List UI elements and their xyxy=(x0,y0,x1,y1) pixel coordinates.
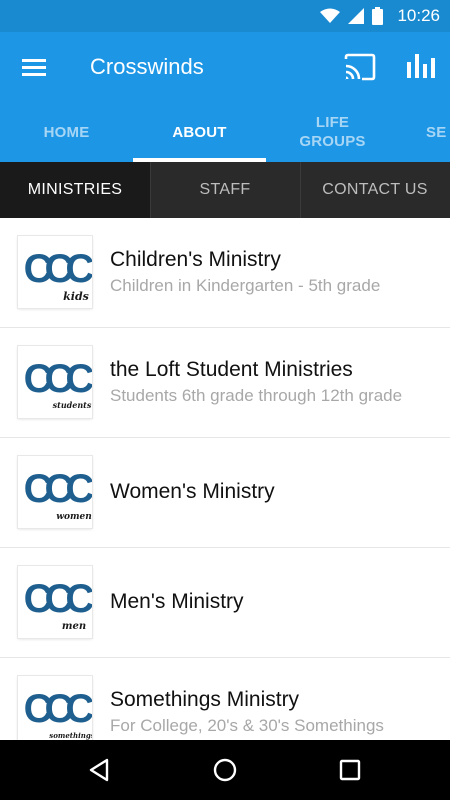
list-item[interactable]: CCC students the Loft Student Ministries… xyxy=(0,328,450,438)
logo-tag: women xyxy=(56,512,92,522)
subtab-ministries-label: MINISTRIES xyxy=(27,181,123,198)
recents-icon xyxy=(339,759,361,781)
ministry-title: Women's Ministry xyxy=(110,480,275,503)
stats-button[interactable] xyxy=(402,50,438,84)
logo-tag: students xyxy=(53,400,92,410)
app-bar: Crosswinds xyxy=(0,32,450,102)
subtab-staff[interactable]: STAFF xyxy=(150,162,300,218)
navigation-bar xyxy=(0,740,450,800)
status-time: 10:26 xyxy=(397,6,440,25)
list-item[interactable]: CCC somethings Somethings Ministry For C… xyxy=(0,658,450,740)
tab-bar: HOME ABOUT LIFE GROUPS SE xyxy=(0,102,450,162)
logo-tag: men xyxy=(62,621,86,632)
back-icon xyxy=(89,758,109,782)
logo-text: CCC xyxy=(24,357,92,401)
tab-home-label: HOME xyxy=(43,123,90,141)
tab-life-groups-label: LIFE GROUPS xyxy=(299,114,366,150)
subtab-contact-us[interactable]: CONTACT US xyxy=(300,162,450,218)
tab-about-label: ABOUT xyxy=(172,123,227,141)
home-icon xyxy=(213,758,237,782)
home-button[interactable] xyxy=(208,754,242,786)
ministry-title: Children's Ministry xyxy=(110,248,281,271)
tab-partial[interactable]: SE xyxy=(399,102,450,162)
signal-icon xyxy=(348,8,365,24)
logo-text: CCC xyxy=(24,467,92,511)
ministry-logo: CCC somethings xyxy=(18,676,92,740)
ministry-logo: CCC women xyxy=(18,456,92,528)
tab-home[interactable]: HOME xyxy=(0,102,133,162)
cast-button[interactable] xyxy=(342,51,378,83)
logo-text: CCC xyxy=(24,687,92,731)
logo-tag: somethings xyxy=(49,731,92,740)
ministry-title: Men's Ministry xyxy=(110,590,244,613)
app-title: Crosswinds xyxy=(90,54,204,79)
list-item[interactable]: CCC women Women's Ministry xyxy=(0,438,450,548)
ministry-title: Somethings Ministry xyxy=(110,688,300,711)
bar-chart-icon xyxy=(407,54,435,78)
ministry-logo: CCC men xyxy=(18,566,92,638)
list-item[interactable]: CCC kids Children's Ministry Children in… xyxy=(0,218,450,328)
recents-button[interactable] xyxy=(333,754,367,786)
logo-text: CCC xyxy=(24,577,92,621)
battery-icon xyxy=(372,7,384,25)
ministries-list: CCC kids Children's Ministry Children in… xyxy=(0,218,450,740)
cast-icon xyxy=(344,53,376,81)
wifi-icon xyxy=(320,8,341,23)
ministry-subtitle: For College, 20's & 30's Somethings xyxy=(110,716,384,735)
ministry-title: the Loft Student Ministries xyxy=(110,358,353,381)
subtab-ministries[interactable]: MINISTRIES xyxy=(0,162,150,218)
subtab-staff-label: STAFF xyxy=(199,181,251,198)
status-bar: 10:26 xyxy=(0,0,450,32)
back-button[interactable] xyxy=(83,754,117,786)
list-item[interactable]: CCC men Men's Ministry xyxy=(0,548,450,658)
tab-life-groups[interactable]: LIFE GROUPS xyxy=(266,102,399,162)
ministry-logo: CCC students xyxy=(18,346,92,418)
sub-tab-bar: MINISTRIES STAFF CONTACT US xyxy=(0,162,450,218)
ministry-subtitle: Students 6th grade through 12th grade xyxy=(110,386,403,405)
logo-tag: kids xyxy=(63,290,89,303)
menu-button[interactable] xyxy=(18,53,52,83)
ministry-logo: CCC kids xyxy=(18,236,92,308)
subtab-contact-us-label: CONTACT US xyxy=(322,181,428,198)
tab-about[interactable]: ABOUT xyxy=(133,102,266,162)
ministry-subtitle: Children in Kindergarten - 5th grade xyxy=(110,276,381,295)
logo-text: CCC xyxy=(24,247,92,291)
tab-partial-label: SE xyxy=(426,123,447,141)
menu-icon xyxy=(22,59,46,76)
